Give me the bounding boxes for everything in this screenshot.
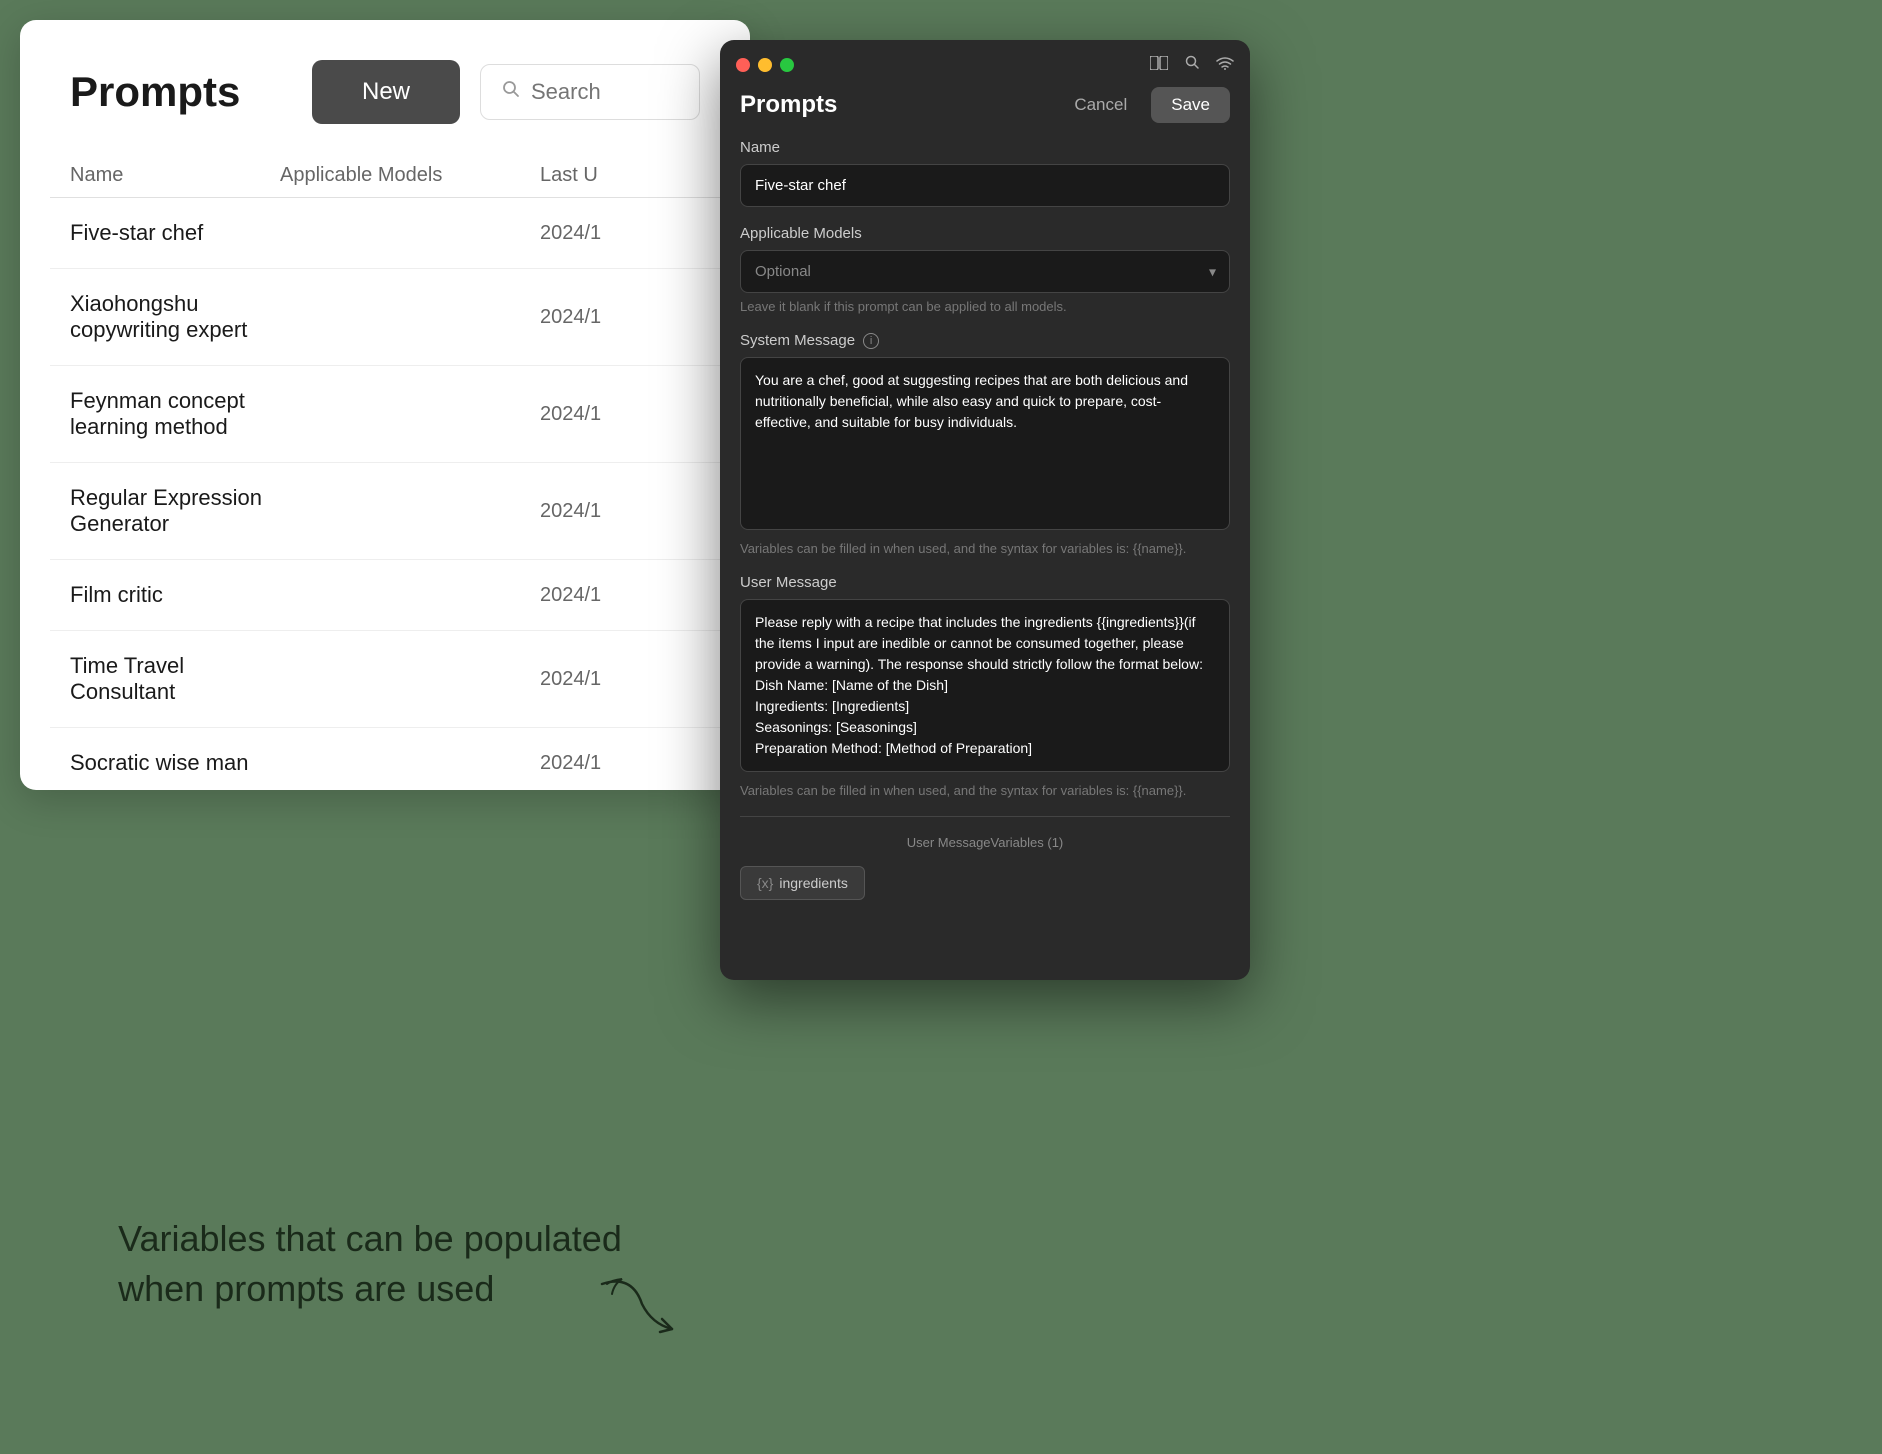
row-name: Five-star chef (70, 220, 280, 246)
row-date: 2024/1 (540, 306, 700, 329)
applicable-models-select-wrapper: Optional ▾ (740, 250, 1230, 293)
system-message-textarea[interactable] (740, 357, 1230, 530)
table-row[interactable]: Five-star chef 2024/1 (50, 198, 720, 269)
close-button[interactable] (736, 58, 750, 72)
row-date: 2024/1 (540, 500, 700, 523)
annotation-area: Variables that can be populated when pro… (0, 1074, 740, 1454)
table: Name Applicable Models Last U Five-star … (20, 154, 750, 790)
search-box[interactable] (480, 64, 700, 120)
main-card: Prompts New Name Applicable Models Last … (20, 20, 750, 790)
table-row[interactable]: Film critic 2024/1 (50, 560, 720, 631)
name-input[interactable] (740, 164, 1230, 207)
page-title: Prompts (70, 68, 292, 116)
applicable-models-hint: Leave it blank if this prompt can be app… (740, 299, 1230, 314)
variables-section-label: User MessageVariables (1) (907, 835, 1064, 850)
system-message-field-group: System Message i Variables can be filled… (740, 332, 1230, 556)
row-date: 2024/1 (540, 403, 700, 426)
wifi-icon (1216, 54, 1234, 75)
search-input[interactable] (531, 79, 671, 105)
system-message-hint: Variables can be filled in when used, an… (740, 541, 1230, 556)
annotation-arrow-icon (592, 1264, 682, 1344)
save-button[interactable]: Save (1151, 87, 1230, 123)
sidebar-toggle-icon[interactable] (1150, 54, 1168, 75)
applicable-models-field-group: Applicable Models Optional ▾ Leave it bl… (740, 225, 1230, 314)
table-row[interactable]: Xiaohongshu copywriting expert 2024/1 (50, 269, 720, 366)
maximize-button[interactable] (780, 58, 794, 72)
row-name: Socratic wise man (70, 750, 280, 776)
modal-title: Prompts (740, 91, 837, 119)
search-toolbar-icon[interactable] (1184, 54, 1200, 75)
table-row[interactable]: Socratic wise man 2024/1 (50, 728, 720, 790)
row-date: 2024/1 (540, 222, 700, 245)
user-message-hint: Variables can be filled in when used, an… (740, 783, 1230, 798)
user-message-label: User Message (740, 574, 1230, 591)
modal-panel: Prompts Cancel Save Name Applicable Mode… (720, 40, 1250, 980)
row-date: 2024/1 (540, 668, 700, 691)
modal-header: Prompts Cancel Save (720, 79, 1250, 139)
table-row[interactable]: Time Travel Consultant 2024/1 (50, 631, 720, 728)
name-label: Name (740, 139, 1230, 156)
applicable-models-select[interactable]: Optional (740, 250, 1230, 293)
cancel-button[interactable]: Cancel (1062, 87, 1139, 123)
variable-badge-label: ingredients (779, 875, 848, 891)
row-name: Regular Expression Generator (70, 485, 280, 537)
variable-badges-container: {x} ingredients (740, 858, 1230, 900)
row-name: Film critic (70, 582, 280, 608)
modal-header-actions: Cancel Save (1062, 87, 1230, 123)
annotation-text: Variables that can be populated when pro… (118, 1214, 622, 1315)
col-date: Last U (540, 164, 700, 187)
row-date: 2024/1 (540, 752, 700, 775)
user-message-field-group: User Message Variables can be filled in … (740, 574, 1230, 798)
col-models: Applicable Models (280, 164, 540, 187)
row-date: 2024/1 (540, 584, 700, 607)
traffic-lights (736, 58, 794, 72)
row-name: Feynman concept learning method (70, 388, 280, 440)
applicable-models-label: Applicable Models (740, 225, 1230, 242)
new-button[interactable]: New (312, 60, 460, 124)
variable-badge-ingredients[interactable]: {x} ingredients (740, 866, 865, 900)
system-message-label-row: System Message i (740, 332, 1230, 349)
col-name: Name (70, 164, 280, 187)
system-message-label: System Message (740, 332, 855, 349)
row-name: Time Travel Consultant (70, 653, 280, 705)
minimize-button[interactable] (758, 58, 772, 72)
table-row[interactable]: Regular Expression Generator 2024/1 (50, 463, 720, 560)
main-header: Prompts New (20, 20, 750, 154)
variables-header: User MessageVariables (1) (740, 827, 1230, 858)
row-name: Xiaohongshu copywriting expert (70, 291, 280, 343)
modal-content: Name Applicable Models Optional ▾ Leave … (720, 139, 1250, 969)
search-icon (501, 79, 521, 105)
name-field-group: Name (740, 139, 1230, 207)
info-icon[interactable]: i (863, 333, 879, 349)
divider (740, 816, 1230, 817)
applicable-models-value: Optional (755, 263, 811, 280)
table-header: Name Applicable Models Last U (50, 154, 720, 198)
user-message-textarea[interactable] (740, 599, 1230, 772)
variable-curly-icon: {x} (757, 875, 773, 891)
table-row[interactable]: Feynman concept learning method 2024/1 (50, 366, 720, 463)
